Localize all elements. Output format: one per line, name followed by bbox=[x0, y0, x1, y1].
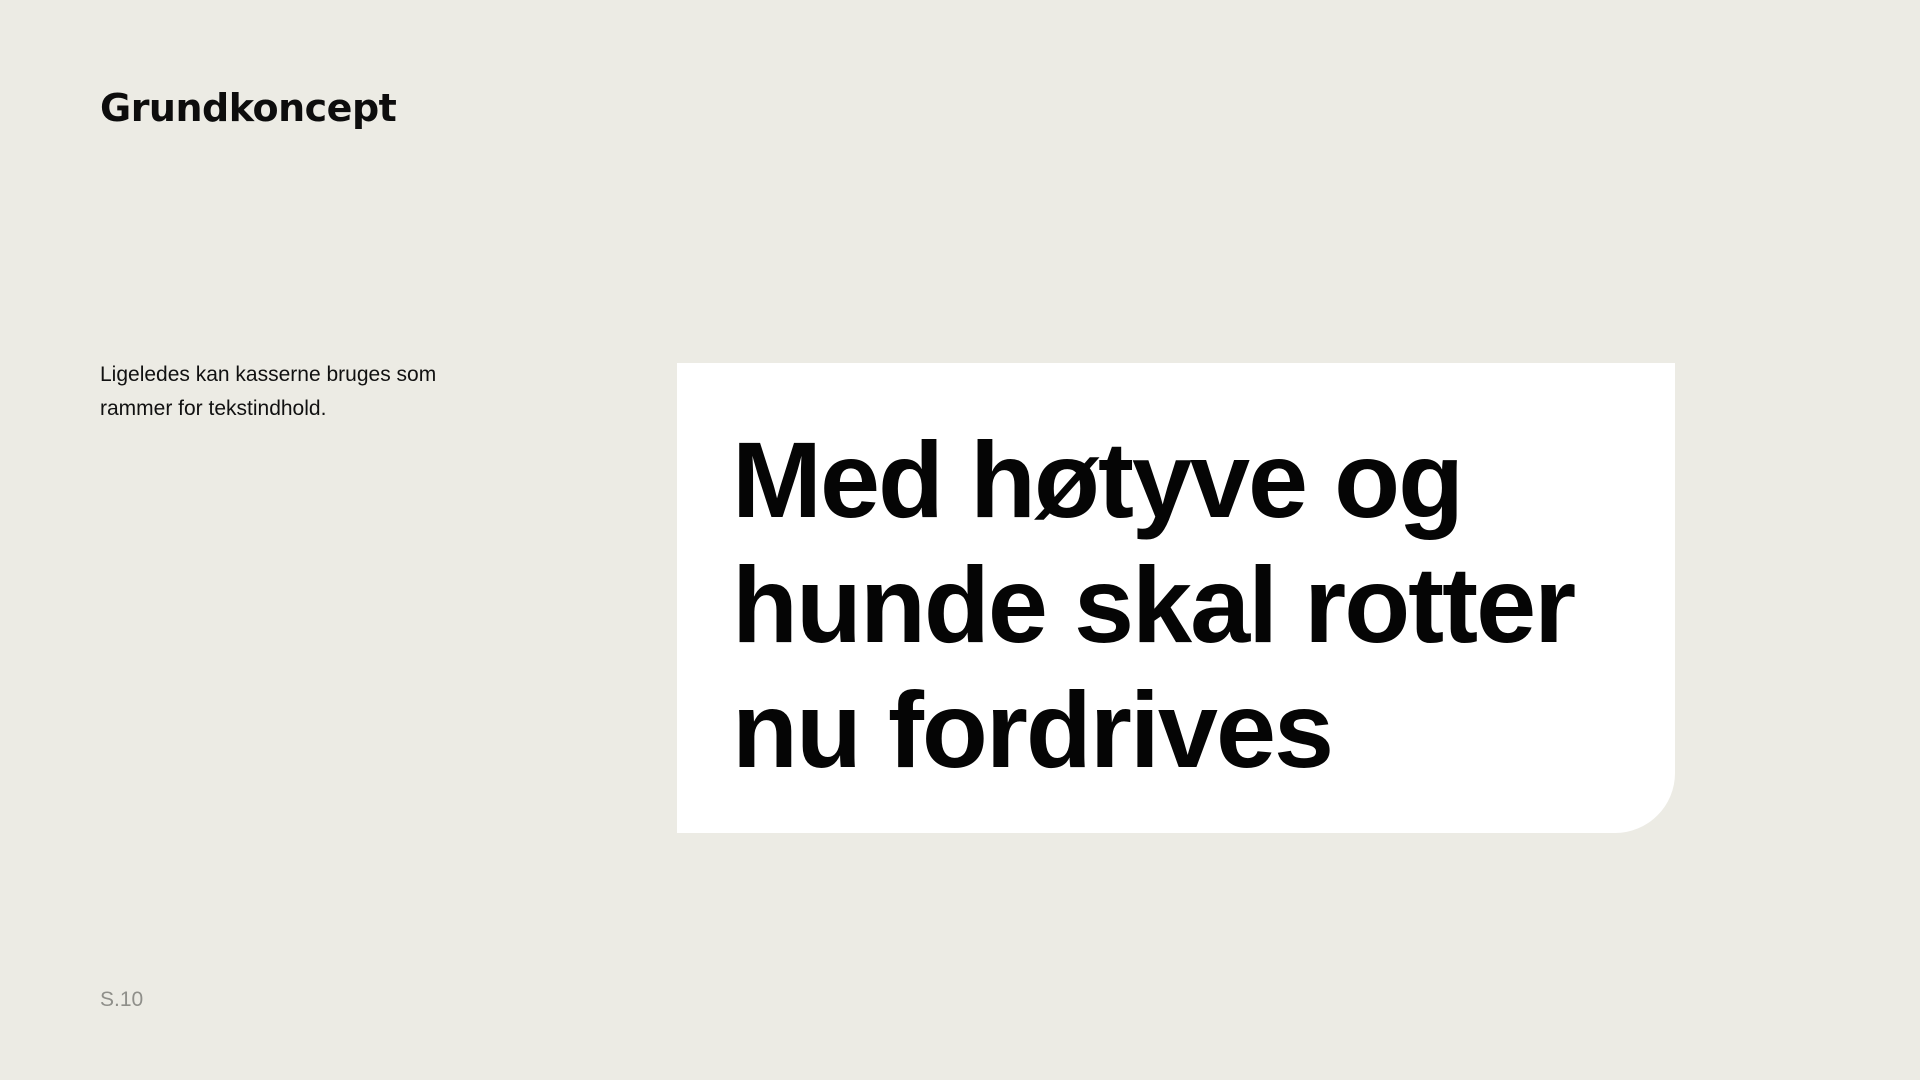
page-number: S.10 bbox=[100, 988, 144, 1011]
headline-box: Med høtyve og hunde skal rotter nu fordr… bbox=[677, 363, 1675, 833]
headline-text: Med høtyve og hunde skal rotter nu fordr… bbox=[732, 419, 1576, 790]
description-text: Ligeledes kan kasserne bruges som rammer… bbox=[100, 363, 437, 420]
slide-title: Grundkoncept bbox=[100, 86, 397, 130]
